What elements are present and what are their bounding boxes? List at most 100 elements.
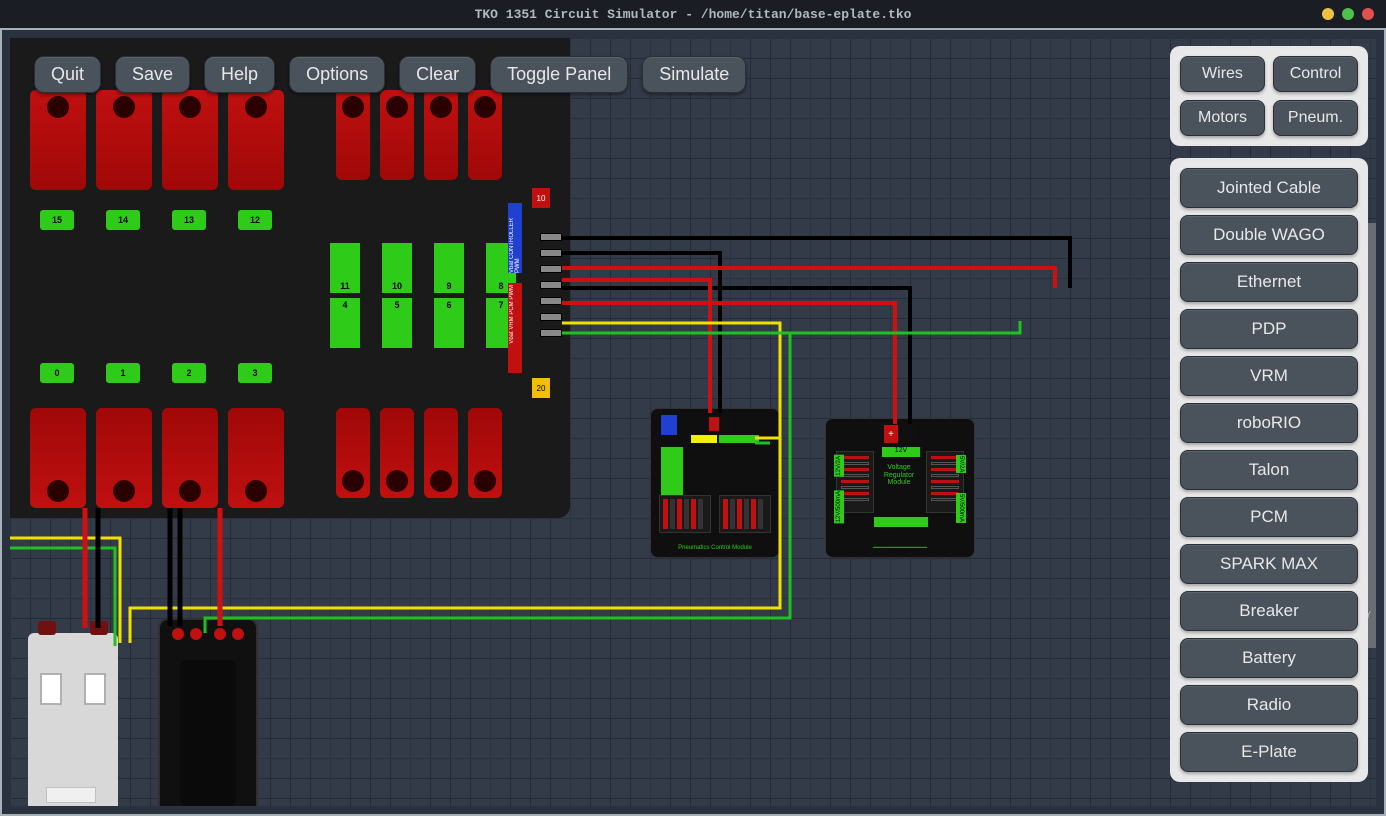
- pdp-pin[interactable]: [540, 281, 562, 289]
- tab-motors[interactable]: Motors: [1180, 100, 1265, 136]
- canvas[interactable]: Quit Save Help Options Clear Toggle Pane…: [10, 38, 1376, 806]
- pdp-label: Vbat CONTROLLER PWM: [509, 205, 521, 273]
- pdp-fuse[interactable]: 3: [238, 363, 272, 383]
- comp-jointed-cable[interactable]: Jointed Cable: [1180, 168, 1358, 208]
- battery-terminal[interactable]: [38, 621, 56, 635]
- pdp-terminal[interactable]: [468, 408, 502, 498]
- breaker-terminal[interactable]: [232, 628, 244, 640]
- pdp-terminal[interactable]: [424, 90, 458, 180]
- pdp-terminal[interactable]: [424, 408, 458, 498]
- comp-double-wago[interactable]: Double WAGO: [1180, 215, 1358, 255]
- pdp-terminal[interactable]: [162, 90, 218, 190]
- breaker-terminal[interactable]: [172, 628, 184, 640]
- comp-ethernet[interactable]: Ethernet: [1180, 262, 1358, 302]
- comp-breaker[interactable]: Breaker: [1180, 591, 1358, 631]
- pcm-component[interactable]: Pneumatics Control Module: [650, 408, 780, 558]
- help-button[interactable]: Help: [204, 56, 275, 93]
- clear-button[interactable]: Clear: [399, 56, 476, 93]
- quit-button[interactable]: Quit: [34, 56, 101, 93]
- comp-battery[interactable]: Battery: [1180, 638, 1358, 678]
- pdp-fuse[interactable]: 0: [40, 363, 74, 383]
- pdp-pin[interactable]: [540, 313, 562, 321]
- pdp-fuse[interactable]: 14: [106, 210, 140, 230]
- pdp-top-terminals: [30, 90, 502, 190]
- pcm-title: Pneumatics Control Module: [651, 545, 779, 551]
- battery-terminal[interactable]: [90, 621, 108, 635]
- tab-control[interactable]: Control: [1273, 56, 1358, 92]
- pdp-terminal[interactable]: [468, 90, 502, 180]
- pdp-fuse-row-mid: 11 10 9 8: [330, 243, 516, 293]
- comp-radio[interactable]: Radio: [1180, 685, 1358, 725]
- comp-talon[interactable]: Talon: [1180, 450, 1358, 490]
- tab-wires[interactable]: Wires: [1180, 56, 1265, 92]
- pdp-controller-strip: Vbat CONTROLLER PWM: [508, 203, 522, 273]
- pdp-fuse[interactable]: 10: [382, 243, 412, 293]
- breaker-component[interactable]: [158, 618, 258, 806]
- comp-vrm[interactable]: VRM: [1180, 356, 1358, 396]
- vrm-neg[interactable]: [902, 425, 916, 443]
- pdp-fuse[interactable]: 15: [40, 210, 74, 230]
- pdp-pin[interactable]: [540, 249, 562, 257]
- pdp-terminal[interactable]: [228, 408, 284, 508]
- simulate-button[interactable]: Simulate: [642, 56, 746, 93]
- pcm-terminal-block[interactable]: [719, 495, 771, 533]
- pdp-fuse[interactable]: 9: [434, 243, 464, 293]
- pcm-conn[interactable]: [661, 415, 677, 435]
- close-icon[interactable]: [1362, 8, 1374, 20]
- maximize-icon[interactable]: [1342, 8, 1354, 20]
- pdp-output-pins: [540, 233, 562, 337]
- breaker-terminal[interactable]: [214, 628, 226, 640]
- comp-roborio[interactable]: roboRIO: [1180, 403, 1358, 443]
- vrm-pos-icon[interactable]: +: [884, 425, 898, 443]
- pdp-fuse[interactable]: 6: [434, 298, 464, 348]
- app-frame: Quit Save Help Options Clear Toggle Pane…: [0, 28, 1386, 816]
- vrm-component[interactable]: + 12V 12V/500mA 12V/2A 5V/500mA 5V/2A Vo…: [825, 418, 975, 558]
- pdp-pin[interactable]: [540, 265, 562, 273]
- pdp-vrm-strip: Vbat VRM PCM PWM: [508, 283, 522, 373]
- pdp-pin[interactable]: [540, 297, 562, 305]
- options-button[interactable]: Options: [289, 56, 385, 93]
- pcm-pin[interactable]: [721, 417, 731, 431]
- vrm-label: 5V/500mA: [956, 493, 966, 523]
- pdp-fuse[interactable]: 13: [172, 210, 206, 230]
- pdp-fuse[interactable]: 12: [238, 210, 272, 230]
- pdp-fuse[interactable]: 1: [106, 363, 140, 383]
- breaker-terminal[interactable]: [190, 628, 202, 640]
- battery-component[interactable]: [28, 633, 118, 806]
- vrm-title: Voltage Regulator Module: [878, 464, 920, 487]
- pdp-terminal[interactable]: [380, 90, 414, 180]
- pcm-board: [661, 447, 683, 497]
- pdp-fuse[interactable]: 11: [330, 243, 360, 293]
- pcm-terminal-block[interactable]: [659, 495, 711, 533]
- pdp-terminal[interactable]: [162, 408, 218, 508]
- pdp-pin[interactable]: [540, 233, 562, 241]
- pdp-fuse[interactable]: 5: [382, 298, 412, 348]
- pdp-terminal[interactable]: [228, 90, 284, 190]
- pdp-terminal[interactable]: [96, 408, 152, 508]
- tab-pneum[interactable]: Pneum.: [1273, 100, 1358, 136]
- battery-cell: [84, 673, 106, 705]
- comp-spark-max[interactable]: SPARK MAX: [1180, 544, 1358, 584]
- pdp-fuse[interactable]: 2: [172, 363, 206, 383]
- pdp-amp-20: 20: [532, 378, 550, 398]
- pdp-terminal[interactable]: [336, 408, 370, 498]
- pdp-component[interactable]: 15 14 13 12 11 10 9 8 4 5 6 7 0 1 2 3: [10, 38, 570, 518]
- pdp-terminal[interactable]: [30, 90, 86, 190]
- pdp-terminal[interactable]: [30, 408, 86, 508]
- comp-pcm[interactable]: PCM: [1180, 497, 1358, 537]
- main-toolbar: Quit Save Help Options Clear Toggle Pane…: [34, 56, 746, 93]
- vrm-label: 12V/2A: [834, 455, 844, 477]
- comp-pdp[interactable]: PDP: [1180, 309, 1358, 349]
- pdp-fuse[interactable]: 4: [330, 298, 360, 348]
- comp-eplate[interactable]: E-Plate: [1180, 732, 1358, 772]
- toggle-panel-button[interactable]: Toggle Panel: [490, 56, 628, 93]
- save-button[interactable]: Save: [115, 56, 190, 93]
- pdp-fuse-row-top: 15 14 13 12: [40, 210, 272, 230]
- breaker-body: [180, 660, 236, 806]
- pdp-pin[interactable]: [540, 329, 562, 337]
- pcm-pin[interactable]: [709, 417, 719, 431]
- minimize-icon[interactable]: [1322, 8, 1334, 20]
- pdp-terminal[interactable]: [96, 90, 152, 190]
- pdp-terminal[interactable]: [380, 408, 414, 498]
- pdp-terminal[interactable]: [336, 90, 370, 180]
